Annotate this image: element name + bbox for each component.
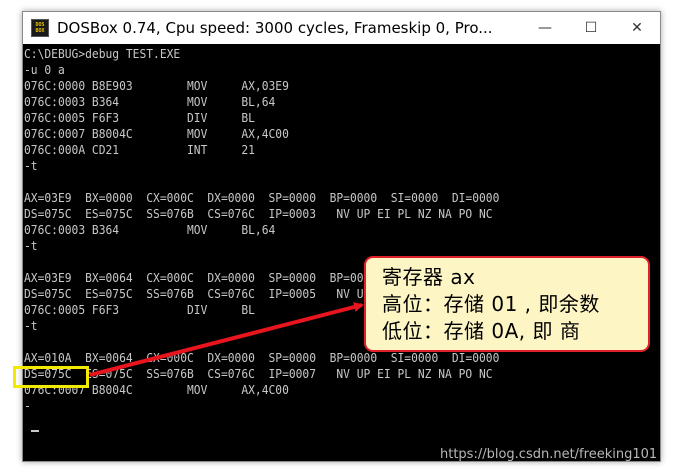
ax-register-highlight (13, 366, 89, 388)
annotation-line-1: 寄存器 ax (382, 265, 476, 289)
watermark: https://blog.csdn.net/freeking101 (440, 447, 658, 462)
annotation-line-3: 低位：存储 0A, 即 商 (382, 319, 581, 343)
red-arrow (89, 302, 364, 377)
annotation-line-2: 高位：存储 01 , 即余数 (382, 292, 600, 316)
annotation-callout: 寄存器 ax 高位：存储 01 , 即余数 低位：存储 0A, 即 商 (364, 256, 650, 352)
